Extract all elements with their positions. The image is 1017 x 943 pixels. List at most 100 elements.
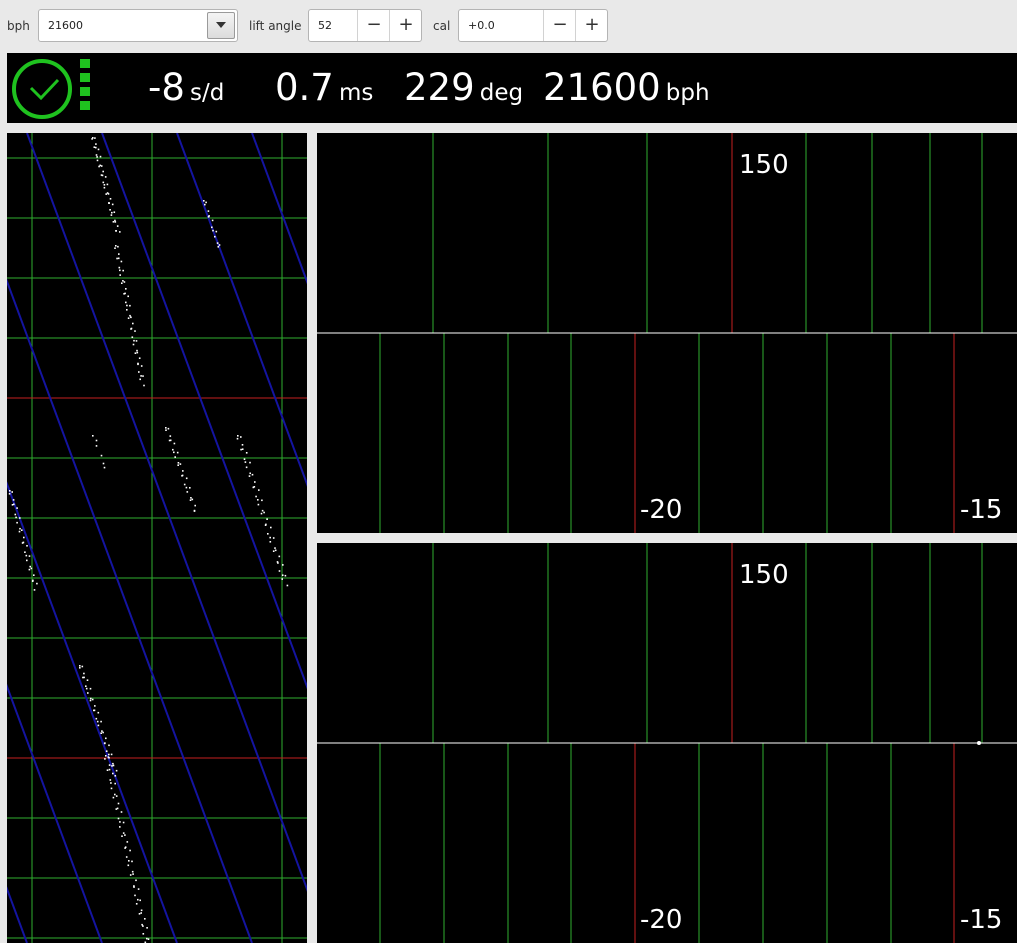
chevron-down-icon: [216, 22, 226, 28]
paperstrip-beat-point: [16, 521, 18, 524]
paperstrip-beat-point: [85, 687, 88, 690]
paperstrip-beat-point: [258, 489, 260, 491]
paperstrip-trace-line: [26, 133, 307, 892]
paperstrip-beat-point: [286, 584, 289, 587]
paperstrip-beat-point: [140, 909, 143, 912]
paperstrip-beat-point: [116, 257, 118, 260]
paperstrip-beat-point: [91, 698, 94, 701]
paperstrip-beat-point: [249, 472, 251, 475]
paperstrip-beat-point: [205, 201, 207, 204]
amplitude-unit: deg: [479, 80, 524, 106]
paperstrip-beat-point: [281, 578, 283, 580]
rate-readout: -8 s/d: [148, 66, 224, 109]
paperstrip-beat-point: [103, 742, 106, 745]
paperstrip-beat-point: [111, 203, 114, 206]
paperstrip-beat-point: [8, 493, 11, 495]
cal-decrement-button[interactable]: −: [543, 10, 576, 41]
paperstrip-beat-point: [214, 235, 216, 238]
paperstrip-beat-point: [89, 687, 92, 690]
paperstrip-beat-point: [125, 856, 128, 858]
waveform-panel-2: 150 -20 -15: [317, 543, 1017, 943]
paperstrip-beat-point: [191, 498, 194, 501]
paperstrip-beat-point: [135, 903, 138, 905]
paperstrip-beat-point: [100, 732, 102, 734]
paperstrip-beat-point: [173, 442, 176, 445]
paperstrip-beat-point: [186, 491, 189, 493]
paperstrip-beat-point: [236, 437, 239, 440]
waveform-top-label: 150: [739, 560, 789, 590]
paperstrip-beat-point: [182, 470, 184, 472]
paperstrip-beat-point: [142, 925, 144, 927]
waveform-top-label: 150: [739, 150, 789, 180]
paperstrip-beat-point: [119, 231, 121, 233]
paperstrip-trace-line: [7, 683, 103, 943]
bph-combobox-value: 21600: [48, 19, 83, 32]
paperstrip-beat-point: [94, 705, 96, 707]
paperstrip-beat-point: [269, 536, 271, 539]
paperstrip-beat-point: [169, 435, 172, 437]
paperstrip-beat-point: [263, 511, 265, 514]
cal-spinbox[interactable]: +0.0 − +: [458, 9, 608, 42]
cal-increment-button[interactable]: +: [575, 10, 608, 41]
lift-angle-increment-button[interactable]: +: [389, 10, 422, 41]
bph-dropdown-button[interactable]: [207, 12, 235, 39]
paperstrip-beat-point: [91, 138, 93, 140]
paperstrip-beat-point: [278, 570, 281, 572]
paperstrip-beat-point: [94, 137, 96, 139]
bph-combobox[interactable]: 21600: [38, 9, 238, 42]
paperstrip-beat-point: [129, 849, 131, 852]
paperstrip-beat-point: [121, 835, 123, 837]
paperstrip-beat-point: [79, 665, 81, 667]
paperstrip-beat-point: [194, 504, 196, 507]
paperstrip-beat-point: [119, 274, 121, 276]
paperstrip-beat-point: [14, 513, 17, 516]
paperstrip-beat-point: [19, 527, 21, 530]
paperstrip-beat-point: [100, 720, 102, 723]
paperstrip-beat-point: [115, 245, 117, 247]
paperstrip-beat-point: [129, 314, 131, 317]
paperstrip-beat-point: [112, 221, 115, 223]
paperstrip-beat-point: [117, 257, 120, 260]
paperstrip-beat-point: [274, 549, 277, 552]
paperstrip-beat-point: [9, 490, 11, 492]
paperstrip-beat-point: [112, 762, 114, 765]
lift-angle-spinbox[interactable]: 52 − +: [308, 9, 422, 42]
paperstrip-beat-point: [255, 495, 257, 498]
paperstrip-beat-point: [245, 452, 248, 454]
paperstrip-beat-point: [146, 937, 148, 940]
paperstrip-beat-point: [96, 159, 99, 162]
paperstrip-beat-point: [24, 551, 26, 553]
paperstrip-beat-point: [272, 550, 275, 552]
paperstrip-beat-point: [122, 821, 125, 824]
paperstrip-beat-point: [168, 439, 171, 442]
paperstrip-beat-point: [114, 782, 116, 785]
toolbar: bph 21600 lift angle 52 − + cal +0.0 − +: [0, 0, 1017, 52]
paperstrip-beat-point: [100, 454, 103, 457]
paperstrip-beat-point: [172, 448, 174, 451]
paperstrip-beat-point: [103, 466, 106, 469]
paperstrip-beat-point: [30, 567, 33, 570]
lift-angle-decrement-button[interactable]: −: [357, 10, 390, 41]
paperstrip-beat-point: [241, 448, 244, 450]
paperstrip-beat-point: [108, 764, 111, 766]
paperstrip-beat-point: [127, 295, 129, 298]
paperstrip-beat-point: [218, 244, 221, 246]
waveform-left-label: -20: [640, 905, 682, 935]
paperstrip-beat-point: [241, 444, 244, 446]
waveform-marker-dot: [977, 741, 981, 745]
paperstrip-beat-point: [95, 154, 98, 156]
paperstrip-beat-point: [139, 378, 141, 381]
paperstrip-beat-point: [267, 533, 269, 535]
paperstrip-beat-point: [93, 146, 96, 148]
paperstrip-beat-point: [138, 913, 141, 915]
paperstrip-beat-point: [132, 343, 135, 346]
paperstrip-beat-point: [93, 709, 95, 712]
paperstrip-beat-point: [185, 477, 188, 480]
paperstrip-beat-point: [240, 436, 242, 438]
rate-value: -8: [148, 66, 185, 109]
paperstrip-beat-point: [104, 176, 107, 178]
paperstrip-beat-point: [131, 870, 134, 873]
paperstrip-beat-point: [90, 697, 92, 700]
paperstrip-beat-point: [248, 475, 251, 477]
paperstrip-beat-point: [19, 517, 21, 519]
